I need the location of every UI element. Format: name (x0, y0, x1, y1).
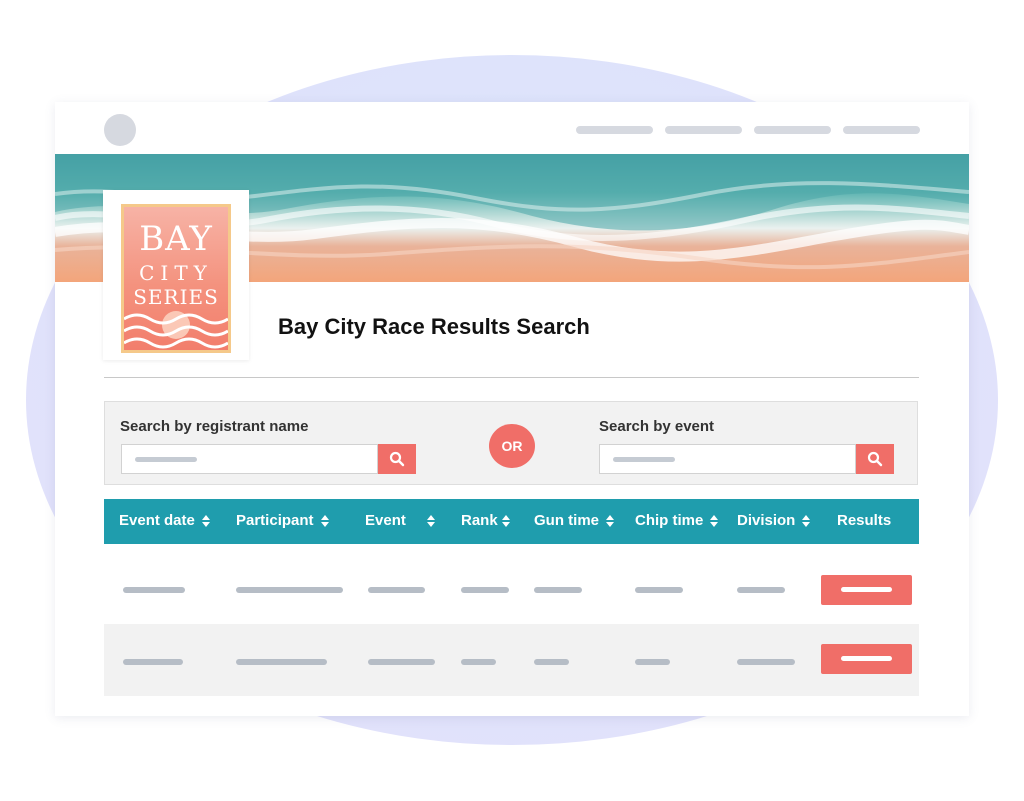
rank-cell (461, 659, 496, 665)
event-date-cell (123, 587, 185, 593)
gun-time-cell (534, 587, 582, 593)
column-header-event-date[interactable]: Event date (119, 512, 211, 529)
sort-icon (710, 514, 719, 527)
view-results-button[interactable] (821, 575, 912, 605)
sort-icon (426, 514, 435, 527)
table-header: Event date Participant Event Rank Gun ti… (104, 499, 919, 544)
column-label: Chip time (635, 512, 704, 529)
search-panel: Search by registrant name OR Search by e… (104, 401, 918, 485)
logo-text-city: CITY (139, 261, 213, 285)
top-nav-bar (55, 102, 969, 154)
column-header-event[interactable]: Event (365, 512, 436, 529)
event-cell (368, 587, 425, 593)
event-date-cell (123, 659, 183, 665)
sort-icon (501, 514, 510, 527)
participant-cell (236, 659, 327, 665)
column-header-participant[interactable]: Participant (236, 512, 330, 529)
logo-text-bay: BAY (139, 219, 213, 259)
sunset-waves-icon (124, 311, 228, 349)
column-header-rank[interactable]: Rank (461, 512, 511, 529)
search-event-button[interactable] (856, 444, 894, 474)
page-title: Bay City Race Results Search (278, 314, 590, 339)
event-search-input[interactable] (599, 444, 856, 474)
button-label-bar (841, 656, 892, 661)
search-by-event-label: Search by event (599, 418, 715, 435)
placeholder-bar (613, 457, 675, 462)
column-label: Event date (119, 512, 195, 529)
divider (104, 377, 919, 378)
nav-item-1[interactable] (576, 126, 653, 134)
column-label: Division (737, 512, 796, 529)
column-header-chip-time[interactable]: Chip time (635, 512, 719, 529)
rank-cell (461, 587, 509, 593)
chip-time-cell (635, 659, 670, 665)
column-label: Gun time (534, 512, 600, 529)
search-icon (389, 451, 405, 467)
search-name-button[interactable] (378, 444, 416, 474)
gun-time-cell (534, 659, 569, 665)
division-cell (737, 659, 795, 665)
avatar[interactable] (104, 114, 136, 146)
or-badge: OR (489, 424, 535, 468)
nav-item-4[interactable] (843, 126, 920, 134)
column-label: Participant (236, 512, 314, 529)
column-header-division[interactable]: Division (737, 512, 811, 529)
column-header-results: Results (837, 512, 891, 529)
nav-item-3[interactable] (754, 126, 831, 134)
view-results-button[interactable] (821, 644, 912, 674)
nav-item-2[interactable] (665, 126, 742, 134)
search-icon (867, 451, 883, 467)
sort-icon (606, 514, 615, 527)
column-header-gun-time[interactable]: Gun time (534, 512, 615, 529)
event-cell (368, 659, 435, 665)
sort-icon (320, 514, 329, 527)
browser-window: BAY CITY SERIES Bay City Race Results Se… (55, 102, 969, 716)
placeholder-bar (135, 457, 197, 462)
table-row (104, 544, 919, 616)
column-label: Event (365, 512, 406, 529)
logo-card: BAY CITY SERIES (103, 190, 249, 360)
table-row (104, 624, 919, 696)
sort-icon (201, 514, 210, 527)
search-by-name-label: Search by registrant name (120, 418, 309, 435)
column-label: Rank (461, 512, 498, 529)
division-cell (737, 587, 785, 593)
button-label-bar (841, 587, 892, 592)
results-table: Event date Participant Event Rank Gun ti… (104, 499, 919, 696)
sort-icon (802, 514, 811, 527)
registrant-name-input[interactable] (121, 444, 378, 474)
chip-time-cell (635, 587, 683, 593)
bay-city-series-logo[interactable]: BAY CITY SERIES (121, 204, 231, 353)
column-label: Results (837, 512, 892, 529)
participant-cell (236, 587, 343, 593)
